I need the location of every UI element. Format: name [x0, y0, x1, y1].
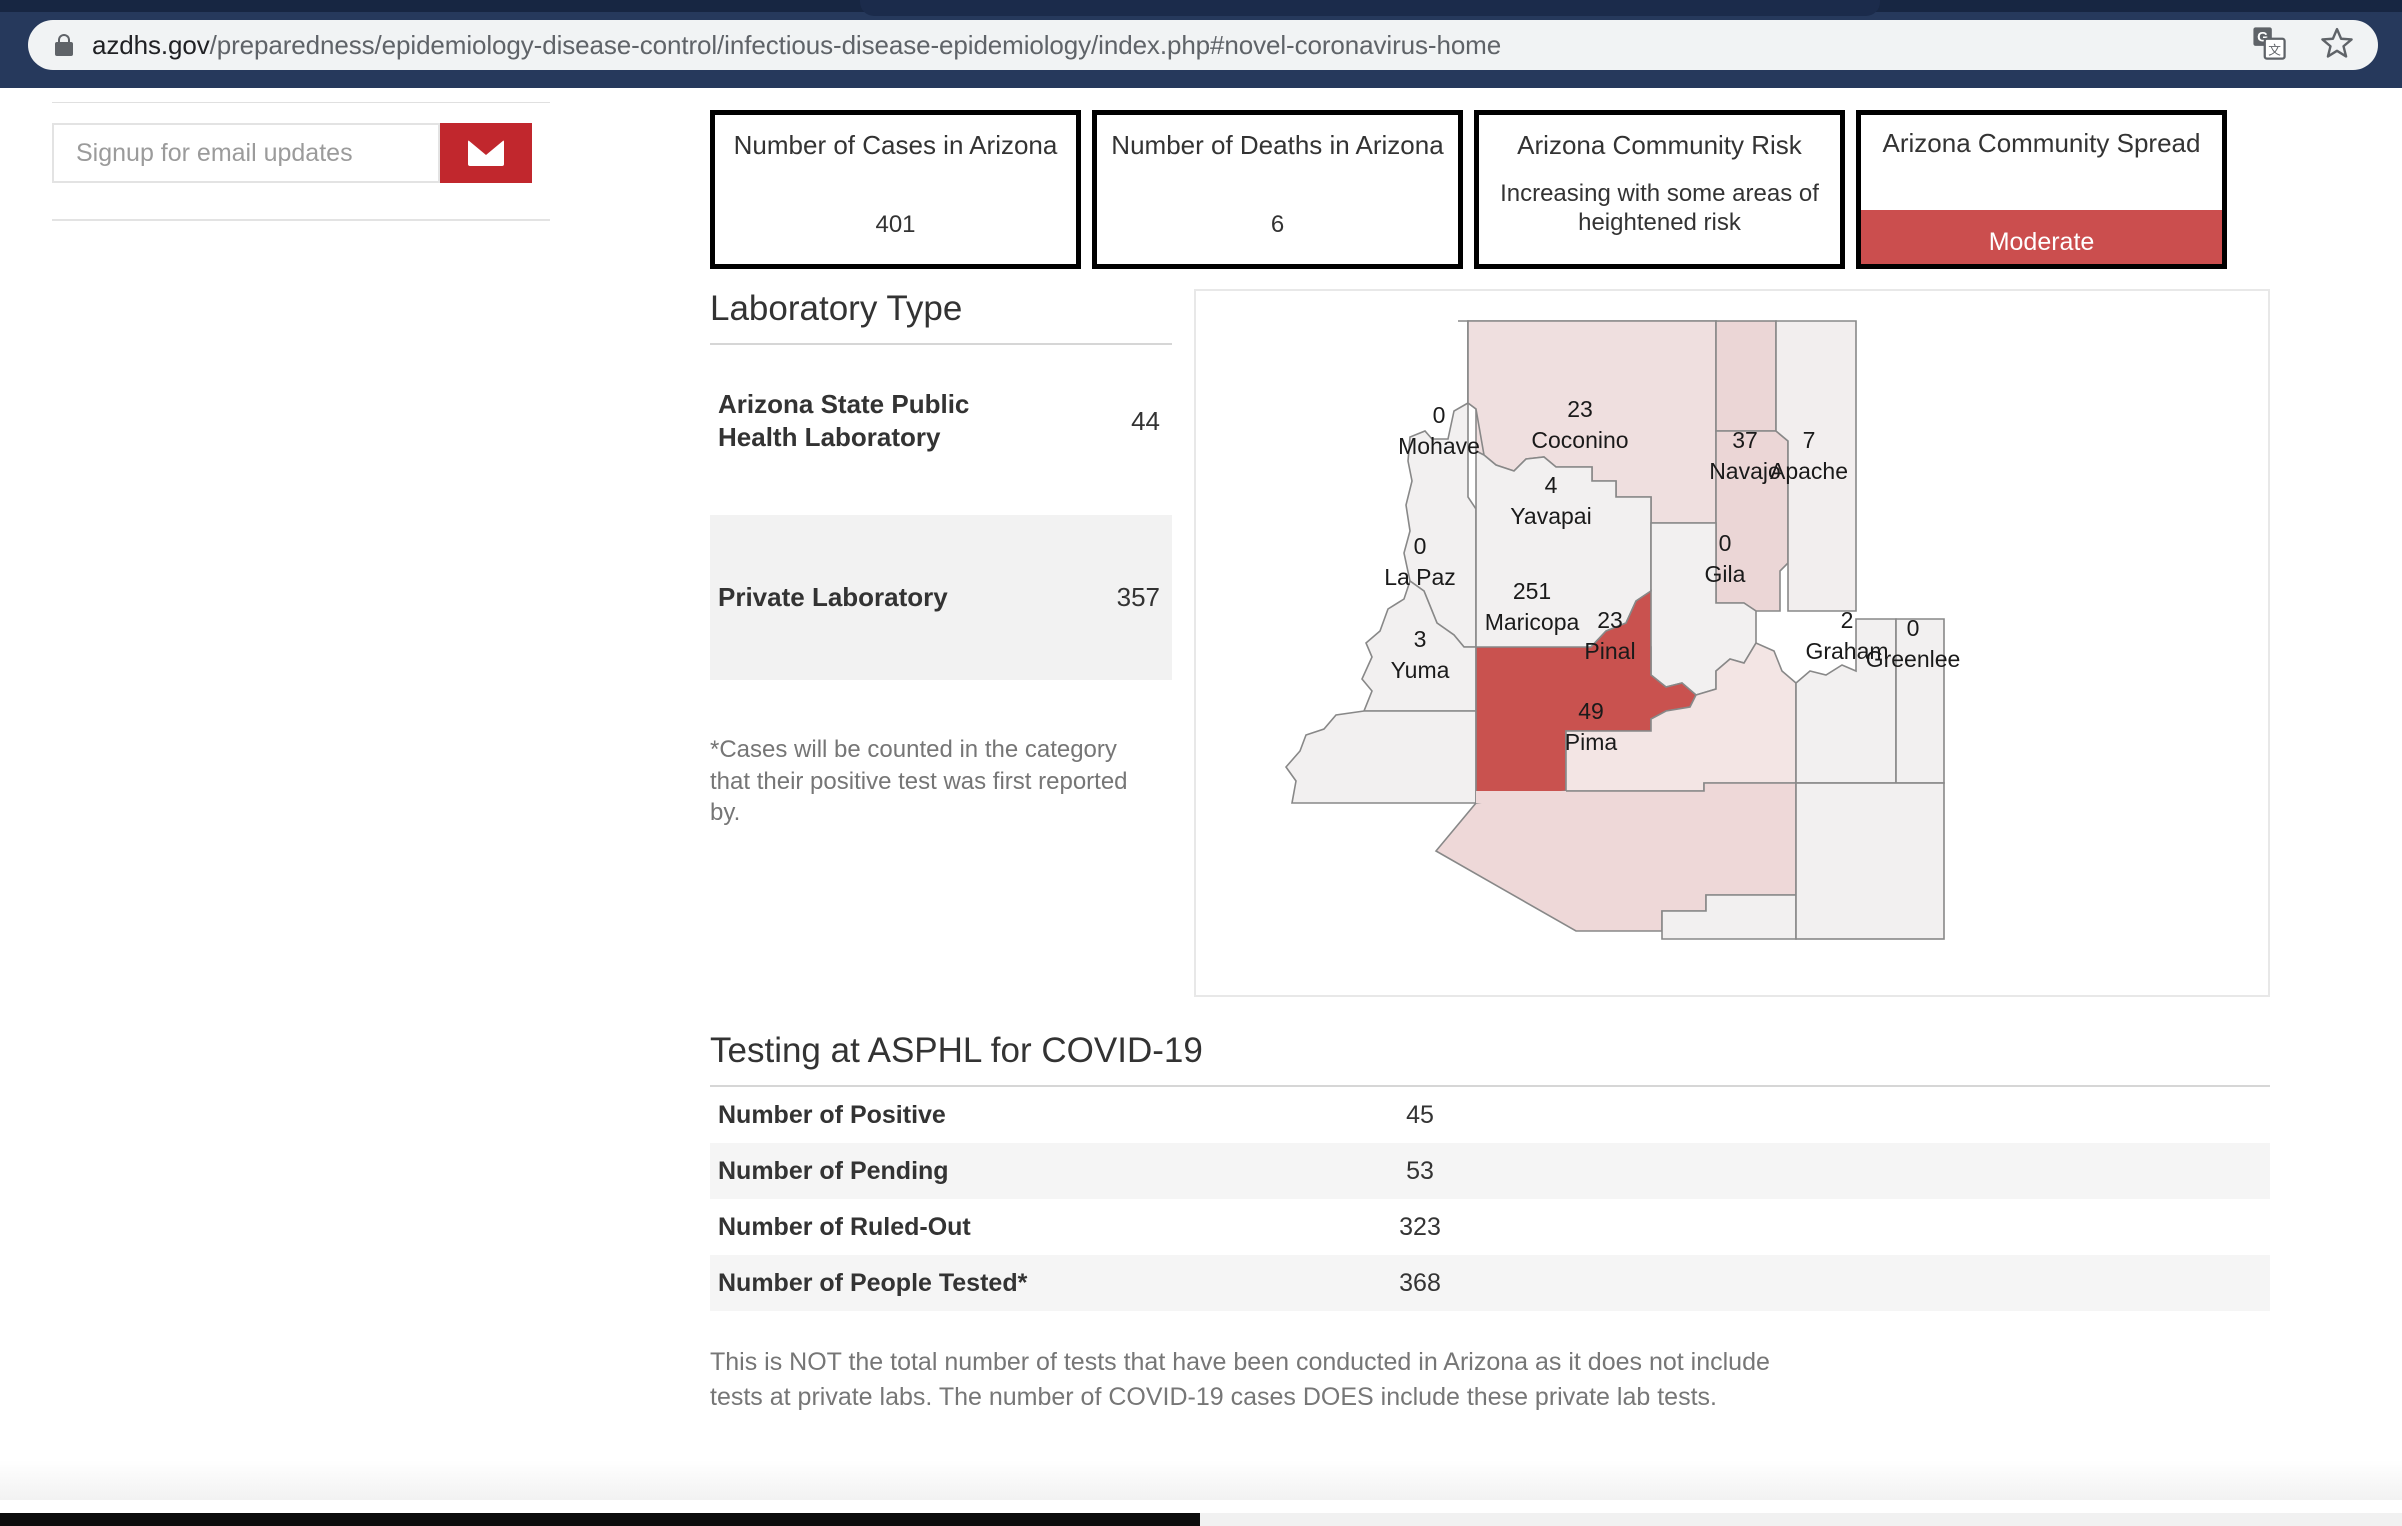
address-bar[interactable]: azdhs.gov/preparedness/epidemiology-dise… — [28, 20, 2378, 70]
svg-text:Coconino: Coconino — [1531, 427, 1628, 453]
stat-card-cases-title: Number of Cases in Arizona — [733, 130, 1058, 160]
testing-footnote: This is NOT the total number of tests th… — [710, 1348, 1770, 1411]
main-content: Number of Cases in Arizona 401 Number of… — [710, 88, 2270, 1414]
stat-card-community-spread-title: Arizona Community Spread — [1882, 128, 2201, 158]
svg-text:Greenlee: Greenlee — [1866, 646, 1961, 672]
svg-text:Pinal: Pinal — [1584, 638, 1635, 664]
svg-text:3: 3 — [1414, 626, 1427, 652]
stat-card-cases-value: 401 — [875, 211, 916, 238]
laboratory-type-panel: Laboratory Type Arizona State Public Hea… — [710, 289, 1172, 997]
lab-and-map-row: Laboratory Type Arizona State Public Hea… — [710, 289, 2270, 997]
svg-text:4: 4 — [1545, 472, 1558, 498]
svg-text:文: 文 — [2268, 42, 2281, 57]
table-cell-value: 53 — [1406, 1156, 1434, 1185]
lock-icon — [54, 34, 74, 56]
table-row[interactable]: Number of Pending 53 — [710, 1143, 2270, 1199]
table-row[interactable]: Number of People Tested* 368 — [710, 1255, 2270, 1311]
browser-chrome: azdhs.gov/preparedness/epidemiology-dise… — [0, 0, 2402, 88]
county-shape-pima-notch — [1476, 791, 1566, 803]
county-shape-cochise[interactable] — [1795, 782, 1945, 940]
sidebar-divider-top — [52, 102, 550, 103]
stat-card-community-spread: Arizona Community Spread Moderate — [1856, 110, 2227, 269]
laboratory-type-heading: Laboratory Type — [710, 289, 963, 328]
url-path: /preparedness/epidemiology-disease-contr… — [209, 29, 1502, 60]
sidebar — [52, 88, 598, 221]
svg-text:37: 37 — [1732, 427, 1758, 453]
testing-table-section: Testing at ASPHL for COVID-19 Number of … — [710, 1031, 2270, 1414]
table-row[interactable]: Number of Ruled-Out 323 — [710, 1199, 2270, 1255]
svg-text:251: 251 — [1513, 578, 1551, 604]
arizona-county-map[interactable]: 0 Mohave 23 Coconino 37 Navajo 7 Apache — [1194, 289, 2270, 997]
horizontal-scrollbar-track[interactable] — [0, 1513, 2402, 1526]
table-cell-label: Number of Ruled-Out — [718, 1212, 971, 1241]
svg-text:0: 0 — [1719, 530, 1732, 556]
star-bookmark-icon[interactable] — [2320, 26, 2354, 65]
stat-card-deaths-value: 6 — [1270, 211, 1285, 238]
lab-row-asphl-count: 44 — [1131, 405, 1160, 436]
lab-row-asphl-name: Arizona State Public Health Laboratory — [718, 388, 970, 452]
table-cell-value: 323 — [1399, 1212, 1441, 1241]
stat-card-community-risk-title: Arizona Community Risk — [1517, 130, 1802, 160]
table-cell-value: 368 — [1399, 1268, 1441, 1297]
email-signup-submit-button[interactable] — [440, 123, 532, 183]
email-signup-form — [52, 123, 598, 183]
status-badge: Moderate — [1861, 210, 2222, 264]
url-text: azdhs.gov/preparedness/epidemiology-dise… — [92, 30, 1501, 61]
svg-text:Maricopa: Maricopa — [1485, 609, 1580, 635]
lab-row-private[interactable]: Private Laboratory 357 — [710, 515, 1172, 680]
lab-row-private-name: Private Laboratory — [718, 581, 948, 612]
page-bottom-fade — [0, 1460, 2402, 1500]
stat-card-cases: Number of Cases in Arizona 401 — [710, 110, 1081, 269]
stat-card-community-risk: Arizona Community Risk Increasing with s… — [1474, 110, 1845, 269]
svg-text:0: 0 — [1433, 402, 1446, 428]
county-shape-navajo[interactable] — [1715, 320, 1777, 432]
laboratory-footnote: *Cases will be counted in the category t… — [710, 736, 1128, 827]
stat-card-community-risk-subtitle: Increasing with some areas of heightened… — [1500, 180, 1819, 236]
omnibox-actions: G 文 — [2252, 26, 2354, 65]
active-browser-tab[interactable] — [860, 0, 1880, 16]
sidebar-divider-bottom — [52, 219, 550, 221]
status-badge-label: Moderate — [1988, 227, 2095, 256]
stat-card-deaths: Number of Deaths in Arizona 6 — [1092, 110, 1463, 269]
table-cell-value: 45 — [1406, 1100, 1434, 1129]
url-domain: azdhs.gov — [92, 29, 210, 60]
email-signup-input[interactable] — [52, 123, 440, 183]
stat-card-deaths-title: Number of Deaths in Arizona — [1111, 130, 1444, 160]
svg-text:Pima: Pima — [1565, 729, 1618, 755]
table-cell-label: Number of People Tested* — [718, 1268, 1028, 1297]
county-shape-greenlee[interactable] — [1895, 618, 1945, 784]
table-cell-label: Number of Positive — [718, 1100, 946, 1129]
svg-text:2: 2 — [1841, 607, 1854, 633]
svg-text:Mohave: Mohave — [1398, 433, 1480, 459]
svg-text:La Paz: La Paz — [1384, 564, 1456, 590]
svg-text:Apache: Apache — [1770, 458, 1848, 484]
svg-text:0: 0 — [1414, 533, 1427, 559]
summary-stat-cards: Number of Cases in Arizona 401 Number of… — [710, 110, 2270, 269]
horizontal-scrollbar-thumb[interactable] — [0, 1513, 1200, 1526]
lab-row-private-count: 357 — [1116, 582, 1160, 612]
svg-text:0: 0 — [1907, 615, 1920, 641]
table-cell-label: Number of Pending — [718, 1156, 949, 1185]
svg-text:23: 23 — [1567, 396, 1593, 422]
svg-text:Gila: Gila — [1705, 561, 1746, 587]
table-row[interactable]: Number of Positive 45 — [710, 1087, 2270, 1143]
envelope-icon — [468, 140, 504, 166]
arizona-map-svg: 0 Mohave 23 Coconino 37 Navajo 7 Apache — [1284, 320, 1961, 940]
page-content: Number of Cases in Arizona 401 Number of… — [0, 88, 2402, 1513]
testing-table-heading: Testing at ASPHL for COVID-19 — [710, 1031, 1203, 1070]
svg-text:Yavapai: Yavapai — [1510, 503, 1591, 529]
google-translate-icon[interactable]: G 文 — [2252, 26, 2286, 65]
county-shape-yuma[interactable] — [1284, 710, 1477, 804]
svg-text:Yuma: Yuma — [1391, 657, 1450, 683]
lab-row-asphl[interactable]: Arizona State Public Health Laboratory 4… — [710, 345, 1172, 497]
svg-text:49: 49 — [1578, 698, 1604, 724]
svg-text:23: 23 — [1597, 607, 1623, 633]
svg-text:7: 7 — [1803, 427, 1816, 453]
